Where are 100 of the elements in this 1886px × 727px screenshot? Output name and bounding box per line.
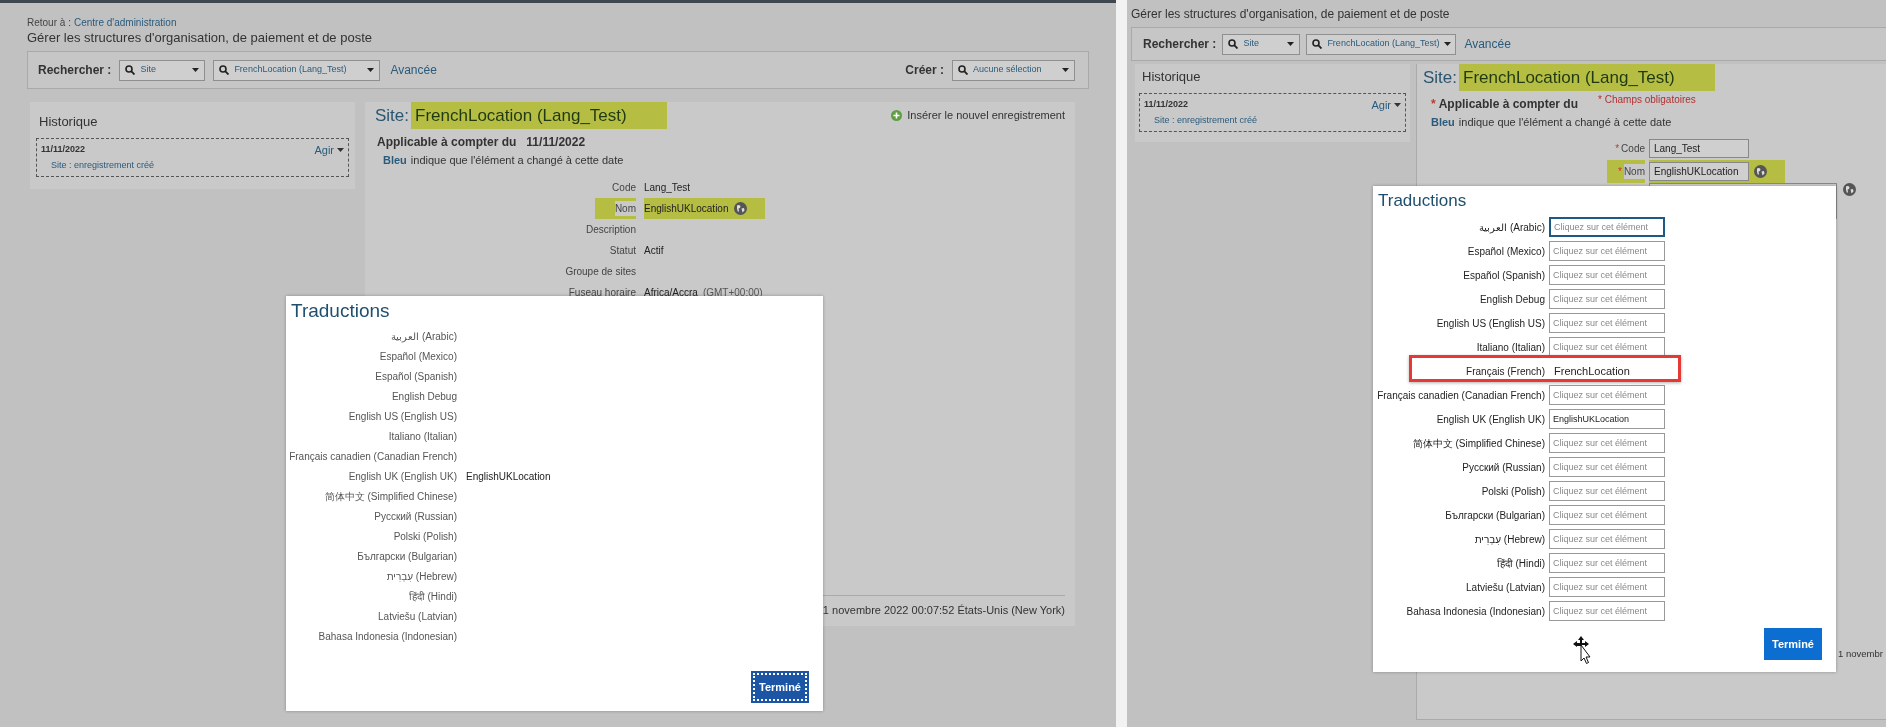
field-value: Lang_Test bbox=[644, 180, 691, 195]
insert-record-link[interactable]: Insérer le nouvel enregistrement bbox=[891, 107, 1065, 124]
language-label: English UK (English UK) bbox=[1435, 412, 1545, 427]
dropdown[interactable]: FrenchLocation (Lang_Test) bbox=[1306, 33, 1457, 55]
history-title: Historique bbox=[1141, 69, 1202, 85]
legend-text: indique que l'élément a changé à cette date bbox=[410, 153, 624, 168]
entry-date: 11/11/2022 bbox=[1144, 98, 1190, 111]
breadcrumb-label: Retour à : bbox=[27, 16, 71, 29]
done-button[interactable]: Terminé bbox=[751, 671, 809, 703]
search-icon bbox=[125, 65, 136, 75]
caret-down-icon bbox=[367, 68, 375, 72]
language-label: Français canadien (Canadian French) bbox=[288, 449, 457, 464]
language-label: Български (Bulgarian) bbox=[356, 549, 457, 564]
field-value: EnglishUKLocation bbox=[644, 201, 729, 216]
record-title: FrenchLocation (Lang_Test) bbox=[1459, 64, 1715, 91]
text-field[interactable]: Lang_Test bbox=[1649, 138, 1749, 158]
entry-description: Site : enregistrement créé bbox=[50, 158, 156, 172]
translation-field[interactable]: Cliquez sur cet élément bbox=[1549, 481, 1665, 501]
translation-field[interactable]: Cliquez sur cet élément bbox=[1549, 337, 1665, 357]
language-label: Español (Mexico) bbox=[1466, 244, 1545, 259]
caret-down-icon bbox=[1062, 68, 1069, 72]
translation-field[interactable]: Cliquez sur cet élément bbox=[1549, 505, 1665, 525]
language-label: Bahasa Indonesia (Indonesian) bbox=[1405, 604, 1545, 619]
effective-date: 11/11/2022 bbox=[526, 134, 586, 151]
caret-down-icon bbox=[1444, 42, 1452, 46]
translation-field[interactable]: Cliquez sur cet élément bbox=[1549, 313, 1665, 333]
page-title: Gérer les structures d'organisation, de paiement et de poste bbox=[27, 30, 373, 46]
language-label: हिंदी (Hindi) bbox=[407, 589, 457, 604]
entry-description: Site : enregistrement créé bbox=[1153, 113, 1259, 127]
language-label: English US (English US) bbox=[347, 409, 457, 424]
language-label: Български (Bulgarian) bbox=[1444, 508, 1545, 523]
field-note: (GMT+00:00) bbox=[702, 285, 763, 300]
legend-keyword: Bleu bbox=[1431, 115, 1455, 130]
language-label: Polski (Polish) bbox=[1480, 484, 1545, 499]
field-label: Nom bbox=[614, 200, 636, 216]
caret-down-icon bbox=[337, 148, 344, 152]
language-label: Latviešu (Latvian) bbox=[1465, 580, 1545, 595]
translation-field[interactable]: EnglishUKLocation bbox=[1549, 409, 1665, 429]
language-label: العربية (Arabic) bbox=[1478, 220, 1545, 235]
language-label: हिंदी (Hindi) bbox=[1495, 556, 1545, 571]
effective-date-label: Applicable à compter du bbox=[377, 134, 517, 151]
language-label: Español (Spanish) bbox=[1462, 268, 1545, 283]
language-label: Français (French) bbox=[1465, 364, 1545, 379]
action-menu-button[interactable]: Agir bbox=[314, 143, 344, 157]
translation-field[interactable]: Cliquez sur cet élément bbox=[1549, 553, 1665, 573]
text-field[interactable]: EnglishUKLocation bbox=[1649, 161, 1749, 181]
breadcrumb-link[interactable]: Centre d'administration bbox=[73, 16, 177, 29]
required-mark: * bbox=[1615, 141, 1620, 156]
language-label: العربية (Arabic) bbox=[390, 329, 457, 344]
search-label: Rechercher : bbox=[1143, 36, 1217, 53]
done-button[interactable]: Terminé bbox=[1764, 628, 1822, 660]
dropdown[interactable]: FrenchLocation (Lang_Test) bbox=[213, 59, 381, 81]
timestamp: 1 novembr bbox=[1838, 646, 1883, 661]
advanced-link[interactable]: Avancée bbox=[390, 61, 437, 79]
translation-field[interactable]: Cliquez sur cet élément bbox=[1549, 241, 1665, 261]
translation-field[interactable]: Cliquez sur cet élément bbox=[1549, 217, 1665, 237]
history-entry[interactable]: 11/11/2022 Site : enregistrement créé Agir bbox=[36, 138, 349, 177]
language-label: English UK (English UK) bbox=[347, 469, 457, 484]
translation-field[interactable]: Cliquez sur cet élément bbox=[1549, 385, 1665, 405]
field-value: Actif bbox=[644, 243, 664, 258]
globe-icon[interactable] bbox=[1843, 182, 1856, 196]
translation-field[interactable]: Cliquez sur cet élément bbox=[1549, 433, 1665, 453]
search-icon bbox=[1312, 39, 1323, 49]
record-title: FrenchLocation (Lang_Test) bbox=[411, 102, 667, 129]
globe-icon[interactable] bbox=[733, 201, 747, 215]
language-label: 简体中文 (Simplified Chinese) bbox=[323, 489, 457, 504]
translation-field[interactable]: Cliquez sur cet élément bbox=[1549, 265, 1665, 285]
language-label: Bahasa Indonesia (Indonesian) bbox=[317, 629, 457, 644]
search-icon bbox=[219, 65, 230, 75]
search-label: Rechercher : bbox=[38, 62, 112, 79]
advanced-link[interactable]: Avancée bbox=[1464, 35, 1511, 53]
translation-value: FrenchLocation bbox=[1553, 363, 1630, 379]
field-value: Africa/Accra bbox=[644, 285, 698, 300]
create-label: Créer : bbox=[905, 62, 944, 79]
dropdown[interactable]: Site bbox=[119, 59, 206, 81]
dialog-title: Traductions bbox=[290, 299, 391, 323]
language-label: 简体中文 (Simplified Chinese) bbox=[1411, 436, 1545, 451]
field-label: Nom bbox=[1623, 163, 1645, 179]
translation-field[interactable]: Cliquez sur cet élément bbox=[1549, 601, 1665, 621]
translation-field[interactable]: Cliquez sur cet élément bbox=[1549, 289, 1665, 309]
history-entry[interactable]: 11/11/2022 Site : enregistrement créé Agir bbox=[1139, 93, 1406, 132]
language-label: Italiano (Italian) bbox=[1475, 340, 1545, 355]
legend-keyword: Bleu bbox=[383, 153, 407, 168]
translation-field[interactable]: Cliquez sur cet élément bbox=[1549, 529, 1665, 549]
dialog-title: Traductions bbox=[1377, 190, 1468, 212]
caret-down-icon bbox=[1287, 42, 1295, 46]
language-label: Русский (Russian) bbox=[1461, 460, 1545, 475]
dropdown[interactable]: Site bbox=[1222, 33, 1301, 55]
language-label: Latviešu (Latvian) bbox=[377, 609, 457, 624]
language-label: English US (English US) bbox=[1435, 316, 1545, 331]
language-label: עִבְרִית (Hebrew) bbox=[1473, 532, 1545, 547]
page-title: Gérer les structures d'organisation, de paiement et de poste bbox=[1131, 6, 1451, 22]
required-mark: * bbox=[1617, 164, 1622, 179]
action-menu-button[interactable]: Agir bbox=[1371, 98, 1401, 112]
globe-icon[interactable] bbox=[1754, 164, 1767, 178]
dropdown[interactable]: Aucune sélection bbox=[952, 59, 1075, 81]
search-icon bbox=[1228, 39, 1239, 49]
translation-field[interactable]: Cliquez sur cet élément bbox=[1549, 457, 1665, 477]
caret-down-icon bbox=[192, 68, 200, 72]
translation-field[interactable]: Cliquez sur cet élément bbox=[1549, 577, 1665, 597]
